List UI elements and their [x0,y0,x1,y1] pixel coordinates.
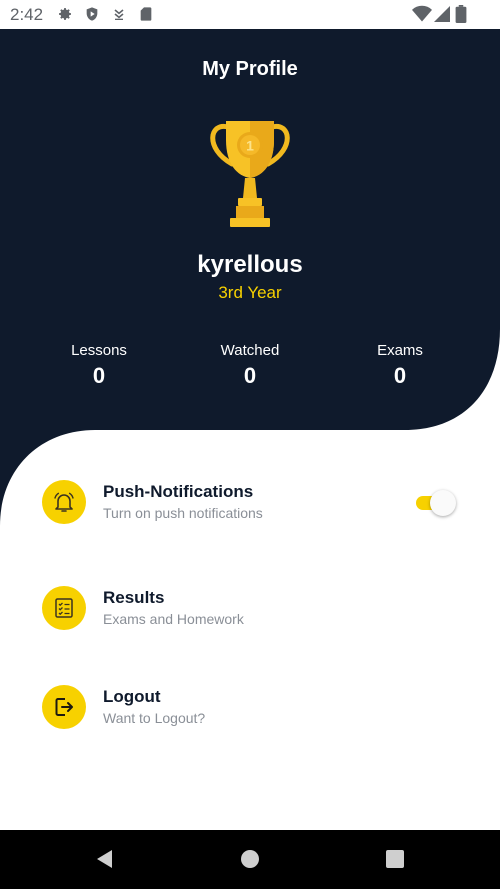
page-title: My Profile [202,58,298,80]
menu-item-subtitle: Exams and Homework [103,611,244,627]
menu-item-title: Push-Notifications [103,482,254,501]
checklist-icon [42,586,86,630]
signal-icon [434,6,450,22]
trophy-icon: 1 [210,121,290,227]
stat-value: 0 [393,363,407,388]
home-circle-icon[interactable] [239,848,261,870]
toggle-thumb [430,490,456,516]
stat-label: Watched [220,342,280,359]
menu-item-results[interactable]: Results Exams and Homework [0,586,500,656]
user-name: kyrellous [197,251,303,278]
sd-card-icon [140,7,152,21]
recents-square-icon[interactable] [384,848,406,870]
stat-label: Lessons [71,342,127,359]
user-year: 3rd Year [218,283,282,302]
stat-lessons: Lessons 0 [39,342,159,389]
wifi-icon [412,5,432,22]
download-icon [114,9,124,20]
stat-value: 0 [243,363,257,388]
battery-icon [455,5,467,23]
menu-item-subtitle: Turn on push notifications [103,505,263,521]
menu-item-title: Logout [103,687,161,706]
bell-icon [42,480,86,524]
status-time: 2:42 [10,5,44,24]
svg-text:1: 1 [246,138,254,154]
stat-exams: Exams 0 [340,342,460,389]
system-nav-bar [0,830,500,889]
push-notifications-toggle[interactable] [414,490,456,516]
back-triangle-icon[interactable] [94,848,116,870]
stat-value: 0 [92,363,106,388]
status-bar: 2:42 [0,0,500,29]
logout-icon [42,685,86,729]
stat-watched: Watched 0 [190,342,310,389]
header-background [0,29,500,526]
menu-item-title: Results [103,588,165,607]
shield-play-icon [86,7,98,21]
menu-item-logout[interactable]: Logout Want to Logout? [0,685,500,755]
stat-label: Exams [377,342,423,359]
gear-icon [59,8,71,20]
menu-item-subtitle: Want to Logout? [103,710,206,726]
profile-header [0,29,500,529]
